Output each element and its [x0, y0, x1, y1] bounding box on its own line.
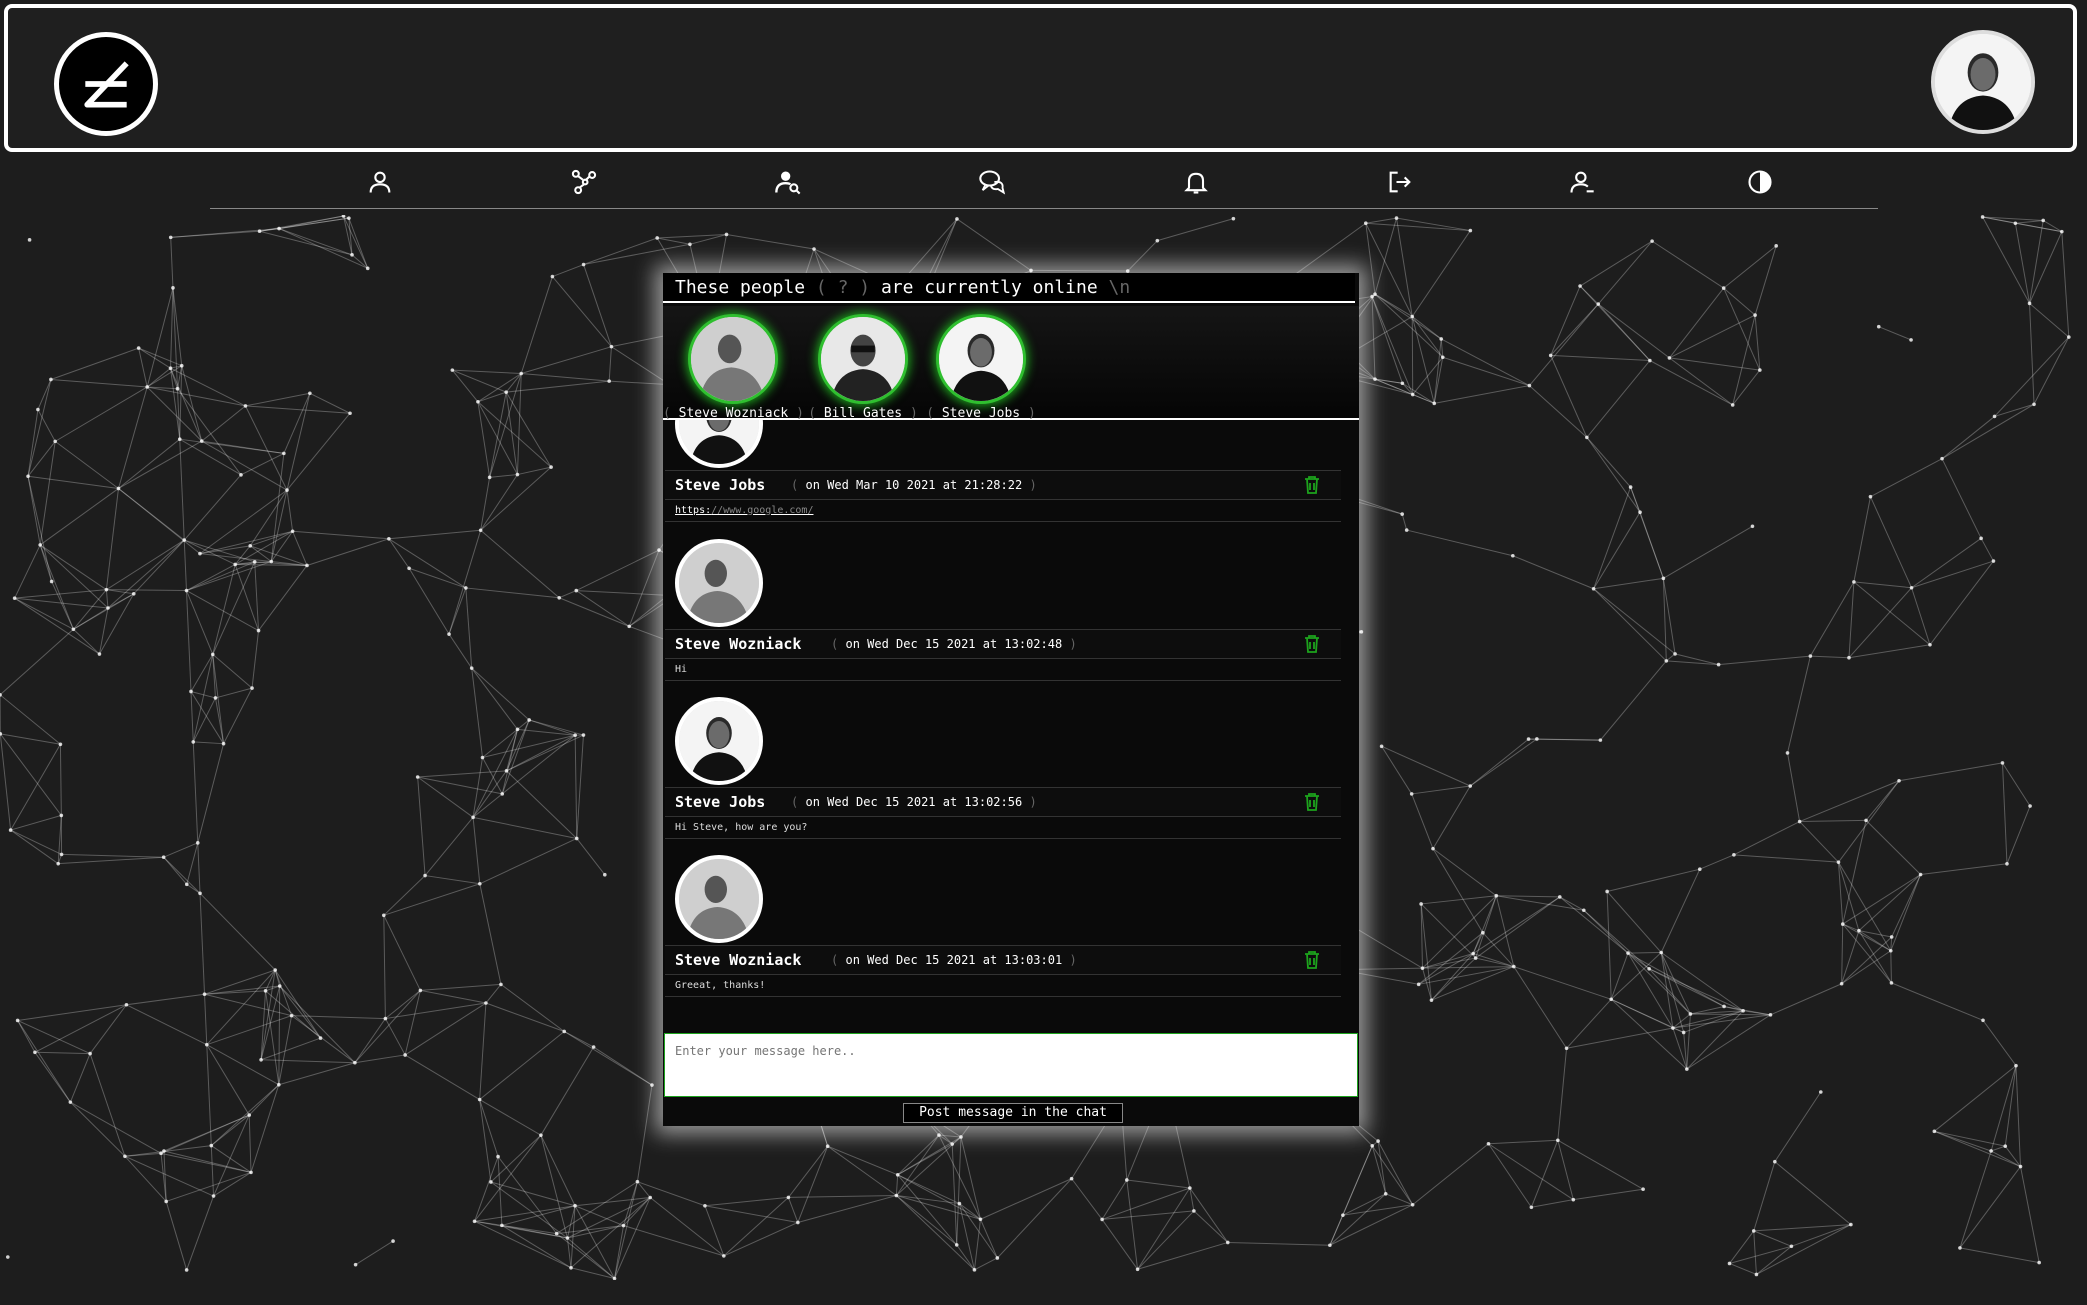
current-user-avatar[interactable] [1931, 30, 2035, 134]
logout-icon [1386, 168, 1414, 196]
message-avatar [675, 539, 763, 627]
message-date: on Wed Dec 15 2021 at 13:02:48 [845, 637, 1062, 651]
trash-icon[interactable] [1303, 950, 1321, 970]
online-user-avatar [818, 314, 908, 404]
message-header: Steve Jobs ( on Wed Mar 10 2021 at 21:28… [665, 470, 1341, 500]
graph-icon [570, 168, 598, 196]
message-text: Greeat, thanks! [665, 975, 1341, 997]
message-text: Hi [665, 659, 1341, 681]
online-users-title: These people ( ? ) are currently online … [663, 273, 1355, 303]
contrast-icon [1746, 168, 1774, 196]
message-avatar [675, 697, 763, 785]
nav-remove-user[interactable] [1564, 164, 1604, 204]
online-user[interactable]: ( Steve Wozniack ) [663, 314, 803, 421]
nav-theme-toggle[interactable] [1742, 164, 1782, 204]
nav-network[interactable] [566, 164, 606, 204]
message-text: Hi Steve, how are you? [665, 817, 1341, 839]
message-text: https://www.google.com/ [665, 500, 1341, 522]
main-navigation [210, 158, 1878, 209]
nav-chat[interactable] [974, 164, 1014, 204]
chat-panel: These people ( ? ) are currently online … [663, 273, 1359, 1126]
bell-icon [1182, 168, 1210, 196]
user-search-icon [774, 168, 802, 196]
message-date: on Wed Mar 10 2021 at 21:28:22 [805, 478, 1022, 492]
nav-logout[interactable] [1382, 164, 1422, 204]
chat-messages[interactable]: Steve Jobs ( on Wed Mar 10 2021 at 21:28… [663, 420, 1343, 1305]
network-logo-icon[interactable] [54, 32, 158, 136]
message-author: Steve Jobs [675, 471, 765, 499]
message-date: on Wed Dec 15 2021 at 13:03:01 [845, 953, 1062, 967]
online-users-strip: ( Steve Wozniack ) ( Bill Gates ) ( Stev… [663, 306, 1359, 420]
message-header: Steve Jobs ( on Wed Dec 15 2021 at 13:02… [665, 787, 1341, 817]
message-composer [663, 1033, 1359, 1099]
message-link[interactable]: https://www.google.com/ [675, 505, 813, 516]
online-user-name: Steve Jobs [942, 406, 1020, 421]
user-icon [366, 168, 394, 196]
online-user-avatar [936, 314, 1026, 404]
nav-profile[interactable] [362, 164, 402, 204]
online-user-name: Bill Gates [824, 406, 902, 421]
app-header [4, 4, 2077, 152]
message-header: Steve Wozniack ( on Wed Dec 15 2021 at 1… [665, 945, 1341, 975]
message-avatar [675, 855, 763, 943]
message-avatar [675, 420, 763, 468]
online-user[interactable]: ( Steve Jobs ) [911, 314, 1051, 421]
message-header: Steve Wozniack ( on Wed Dec 15 2021 at 1… [665, 629, 1341, 659]
nav-notifications[interactable] [1178, 164, 1218, 204]
online-user-name: Steve Wozniack [679, 406, 789, 421]
trash-icon[interactable] [1303, 475, 1321, 495]
message-author: Steve Jobs [675, 788, 765, 816]
message-author: Steve Wozniack [675, 946, 801, 974]
user-minus-icon [1568, 168, 1596, 196]
message-author: Steve Wozniack [675, 630, 801, 658]
chat-bubbles-icon [978, 168, 1006, 196]
trash-icon[interactable] [1303, 634, 1321, 654]
nav-search-users[interactable] [770, 164, 810, 204]
post-message-button[interactable]: Post message in the chat [903, 1103, 1123, 1123]
trash-icon[interactable] [1303, 792, 1321, 812]
online-user-avatar [688, 314, 778, 404]
message-input[interactable] [664, 1033, 1358, 1097]
message-date: on Wed Dec 15 2021 at 13:02:56 [805, 795, 1022, 809]
